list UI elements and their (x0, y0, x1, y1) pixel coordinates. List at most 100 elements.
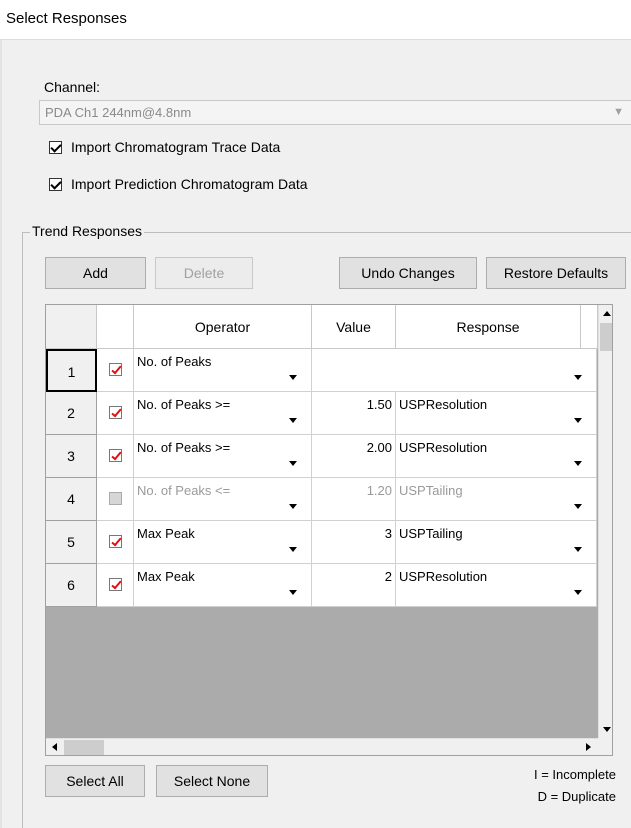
vertical-scroll-thumb[interactable] (600, 323, 612, 351)
row-number-cell[interactable]: 2 (46, 392, 97, 435)
scroll-right-button[interactable] (580, 739, 597, 755)
response-cell[interactable]: USPResolution (396, 392, 597, 435)
operator-cell[interactable]: No. of Peaks >= (134, 435, 312, 478)
row-number-cell[interactable]: 4 (46, 478, 97, 521)
response-cell[interactable]: USPResolution (396, 564, 597, 607)
legend-incomplete: I = Incomplete (533, 767, 616, 782)
value-text: 1.20 (366, 483, 392, 498)
import-trace-checkbox[interactable] (49, 140, 62, 154)
response-column-header[interactable]: Response (396, 305, 581, 349)
arrow-up-icon (603, 311, 611, 316)
response-cell[interactable]: USPTailing (396, 478, 597, 521)
table-row[interactable]: 2 No. of Peaks >= 1.50 USPResolution (46, 392, 597, 435)
table-row[interactable]: 5 Max Peak 3 USPTailing (46, 521, 597, 564)
add-button[interactable]: Add (45, 257, 146, 289)
table-row[interactable]: 4 No. of Peaks <= 1.20 USPTailing (46, 478, 597, 521)
import-trace-checkbox-row[interactable]: Import Chromatogram Trace Data (49, 137, 280, 157)
responses-grid[interactable]: Operator Value Response 1 No. of Peaks 2… (45, 304, 613, 756)
operator-cell[interactable]: No. of Peaks >= (134, 392, 312, 435)
response-dropdown-icon[interactable] (565, 349, 591, 392)
value-text: 2 (384, 569, 392, 584)
window-title: Select Responses (6, 10, 127, 27)
value-cell[interactable]: 1.20 (312, 478, 396, 521)
horizontal-scroll-thumb[interactable] (64, 740, 104, 755)
select-all-button[interactable]: Select All (45, 765, 145, 797)
import-prediction-label: Import Prediction Chromatogram Data (71, 176, 308, 192)
undo-changes-button[interactable]: Undo Changes (339, 257, 477, 289)
row-number-cell[interactable]: 3 (46, 435, 97, 478)
group-border-left (22, 232, 23, 828)
value-response-cell[interactable] (312, 349, 597, 392)
scroll-left-button[interactable] (46, 739, 63, 755)
channel-value: PDA Ch1 244nm@4.8nm (45, 105, 192, 120)
channel-label: Channel: (44, 79, 101, 95)
scroll-down-button[interactable] (599, 721, 612, 738)
vertical-scrollbar[interactable] (598, 305, 612, 738)
row-enable-cell[interactable] (97, 349, 134, 392)
value-cell[interactable]: 2.00 (312, 435, 396, 478)
select-none-label: Select None (173, 773, 251, 789)
row-enable-checkbox[interactable] (109, 449, 122, 462)
trend-responses-title: Trend Responses (30, 223, 144, 239)
channel-select[interactable]: PDA Ch1 244nm@4.8nm ▼ (39, 100, 631, 125)
row-number-cell[interactable]: 1 (46, 349, 97, 392)
response-cell[interactable]: USPResolution (396, 435, 597, 478)
row-enable-cell[interactable] (97, 392, 134, 435)
row-number-cell[interactable]: 5 (46, 521, 97, 564)
row-number-cell[interactable]: 6 (46, 564, 97, 607)
operator-dropdown-icon[interactable] (280, 392, 306, 435)
table-row[interactable]: 6 Max Peak 2 USPResolution (46, 564, 597, 607)
table-row[interactable]: 1 No. of Peaks (46, 349, 597, 392)
response-dropdown-icon[interactable] (565, 435, 591, 478)
row-enable-cell[interactable] (97, 564, 134, 607)
grid-corner-header (46, 305, 97, 349)
arrow-down-icon (603, 727, 611, 732)
response-dropdown-icon[interactable] (565, 478, 591, 521)
operator-dropdown-icon[interactable] (280, 478, 306, 521)
value-cell[interactable]: 1.50 (312, 392, 396, 435)
value-column-header[interactable]: Value (312, 305, 396, 349)
value-cell[interactable]: 3 (312, 521, 396, 564)
operator-dropdown-icon[interactable] (280, 349, 306, 392)
operator-cell[interactable]: Max Peak (134, 564, 312, 607)
response-dropdown-icon[interactable] (565, 392, 591, 435)
operator-dropdown-icon[interactable] (280, 435, 306, 478)
arrow-left-icon (52, 743, 57, 751)
row-enable-checkbox[interactable] (109, 578, 122, 591)
scrollbar-corner (598, 738, 612, 755)
grid-header-filler (581, 305, 598, 349)
row-enable-cell[interactable] (97, 435, 134, 478)
operator-cell[interactable]: Max Peak (134, 521, 312, 564)
value-text: 3 (384, 526, 392, 541)
row-enable-checkbox[interactable] (109, 363, 122, 376)
response-dropdown-icon[interactable] (565, 564, 591, 607)
scroll-up-button[interactable] (599, 305, 612, 322)
horizontal-scrollbar[interactable] (46, 738, 598, 755)
select-none-button[interactable]: Select None (156, 765, 268, 797)
title-bar: Select Responses (0, 0, 631, 40)
row-enable-cell[interactable] (97, 521, 134, 564)
import-prediction-checkbox[interactable] (49, 177, 62, 191)
row-enable-cell[interactable] (97, 478, 134, 521)
legend-duplicate: D = Duplicate (537, 789, 616, 804)
row-enable-checkbox[interactable] (109, 406, 122, 419)
delete-button[interactable]: Delete (155, 257, 253, 289)
row-enable-checkbox[interactable] (109, 535, 122, 548)
operator-dropdown-icon[interactable] (280, 521, 306, 564)
arrow-right-icon (586, 743, 591, 751)
operator-cell[interactable]: No. of Peaks <= (134, 478, 312, 521)
operator-cell[interactable]: No. of Peaks (134, 349, 312, 392)
value-text: 2.00 (366, 440, 392, 455)
response-dropdown-icon[interactable] (565, 521, 591, 564)
restore-defaults-button[interactable]: Restore Defaults (486, 257, 626, 289)
chevron-down-icon: ▼ (613, 106, 624, 118)
import-prediction-checkbox-row[interactable]: Import Prediction Chromatogram Data (49, 174, 308, 194)
operator-column-header[interactable]: Operator (134, 305, 312, 349)
response-cell[interactable]: USPTailing (396, 521, 597, 564)
row-enable-checkbox[interactable] (109, 492, 122, 505)
select-all-label: Select All (66, 773, 124, 789)
value-cell[interactable]: 2 (312, 564, 396, 607)
operator-dropdown-icon[interactable] (280, 564, 306, 607)
table-row[interactable]: 3 No. of Peaks >= 2.00 USPResolution (46, 435, 597, 478)
import-trace-label: Import Chromatogram Trace Data (71, 139, 281, 155)
